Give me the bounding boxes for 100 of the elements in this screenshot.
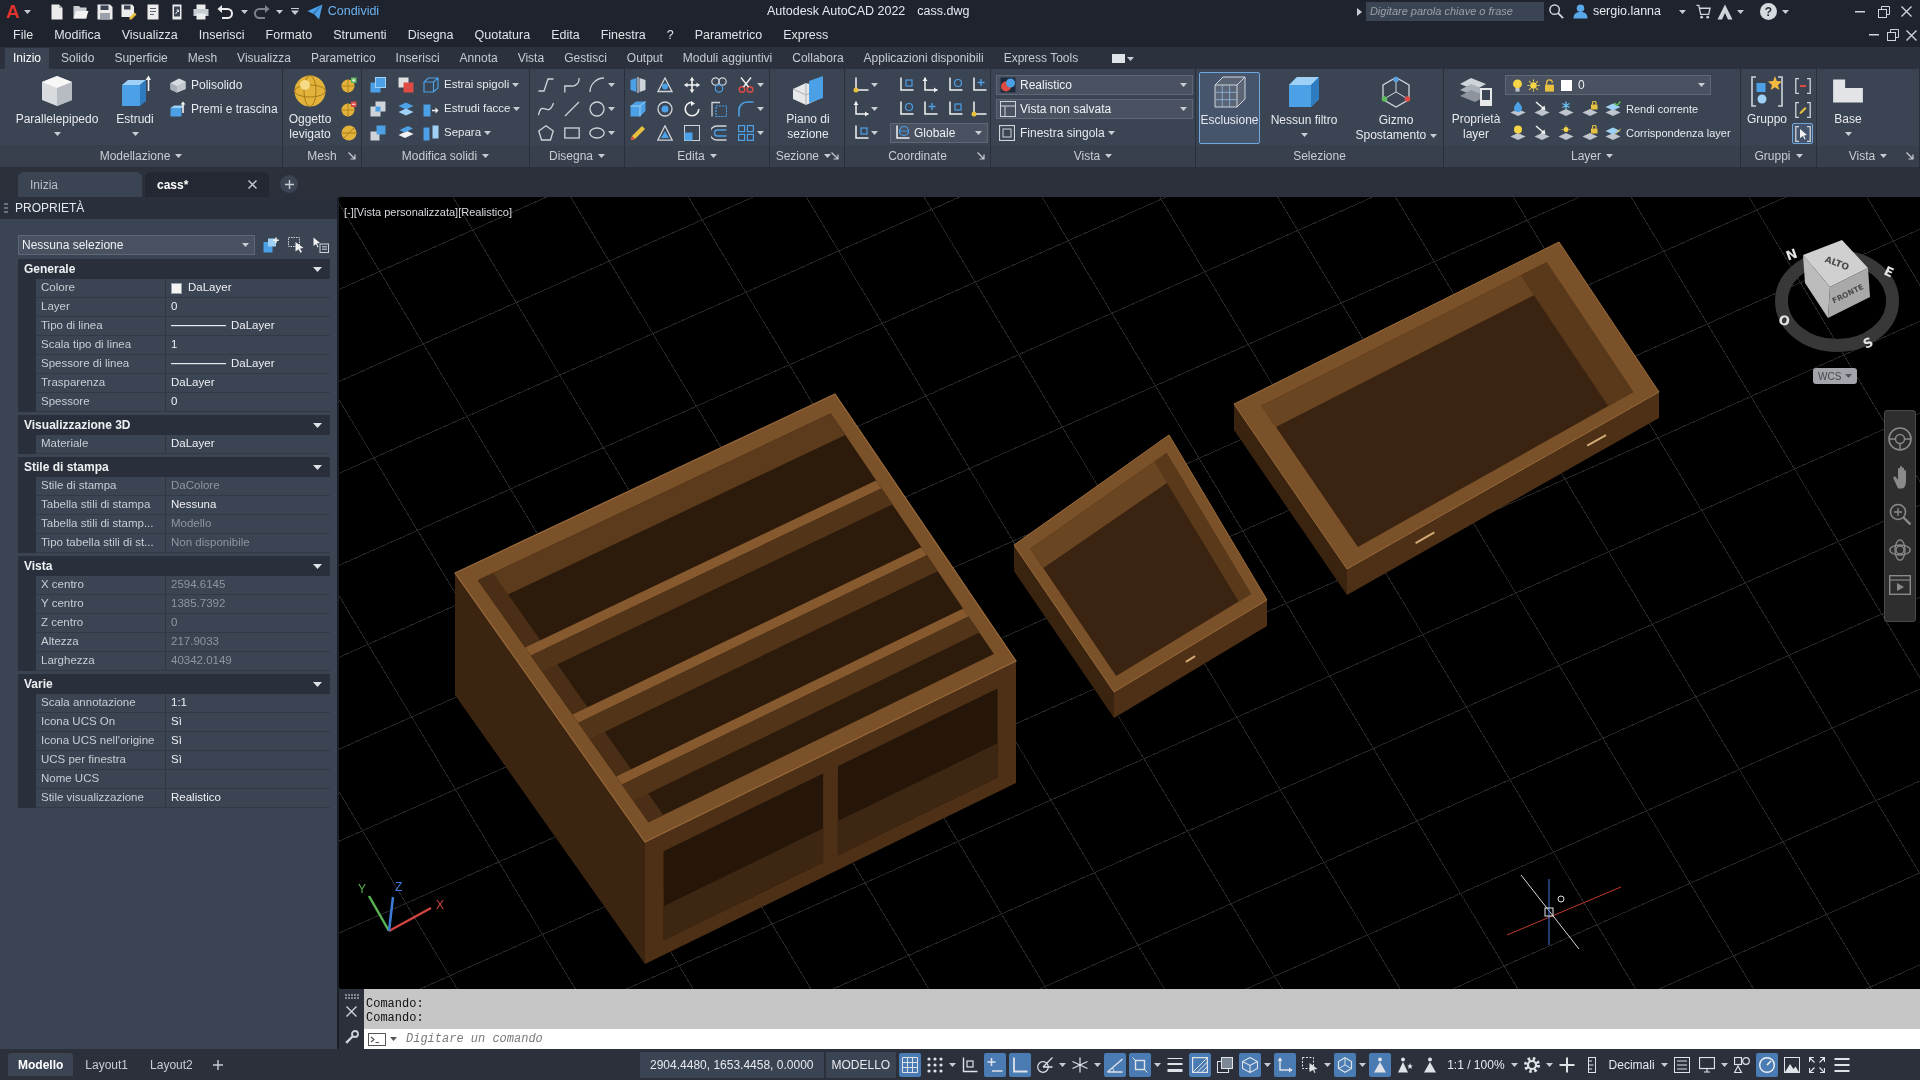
dynamic-input-button[interactable] xyxy=(984,1052,1007,1077)
caret-icon[interactable] xyxy=(1154,1062,1162,1067)
caret-icon[interactable] xyxy=(1264,1062,1272,1067)
isolation-button[interactable]: Esclusione xyxy=(1199,72,1260,144)
ribbon-tab[interactable]: Moduli aggiuntivi xyxy=(674,47,781,69)
axes-box-icon[interactable] xyxy=(898,77,914,93)
linked-circles-icon[interactable] xyxy=(711,77,727,93)
compass-letter[interactable]: E xyxy=(1881,263,1897,281)
ribbon-tab[interactable]: Superficie xyxy=(106,47,176,69)
caret-icon[interactable] xyxy=(975,131,982,135)
grip-icon[interactable] xyxy=(344,994,359,999)
caret-icon[interactable] xyxy=(757,107,764,111)
pickadd-icon[interactable] xyxy=(313,237,329,253)
scissors-icon[interactable] xyxy=(738,77,754,93)
caret-icon[interactable] xyxy=(1737,9,1744,14)
menu-item[interactable]: Disegna xyxy=(407,25,454,45)
make-current-button[interactable]: Rendi corrente xyxy=(1605,99,1699,119)
caret-icon[interactable] xyxy=(1105,154,1113,158)
caret-icon[interactable] xyxy=(175,154,183,158)
offset-icon[interactable] xyxy=(711,125,727,141)
caret-icon[interactable] xyxy=(1545,1062,1553,1067)
launcher-arrow-icon[interactable] xyxy=(831,152,839,160)
caret-icon[interactable] xyxy=(23,9,31,14)
model-space-button[interactable]: MODELLO xyxy=(825,1051,897,1078)
caret-icon[interactable] xyxy=(1107,131,1115,135)
mirror-icon[interactable] xyxy=(630,77,646,93)
launcher-arrow-icon[interactable] xyxy=(977,152,985,160)
caret-icon[interactable] xyxy=(1059,1062,1067,1067)
ellipse-icon[interactable] xyxy=(589,125,605,141)
ribbon-tab[interactable]: Inizio xyxy=(5,47,49,69)
caret-icon[interactable] xyxy=(1094,1062,1102,1067)
caret-icon[interactable] xyxy=(1606,154,1613,158)
prompt-icon[interactable] xyxy=(368,1032,386,1046)
caret-icon[interactable] xyxy=(313,422,322,428)
menu-item[interactable]: Modifica xyxy=(54,25,101,45)
compass-letter[interactable]: N xyxy=(1783,245,1800,264)
caret-icon[interactable] xyxy=(608,131,615,135)
spline-icon[interactable] xyxy=(538,101,554,117)
caret-icon[interactable] xyxy=(608,107,615,111)
group-tool-button[interactable] xyxy=(1792,99,1813,120)
close-icon[interactable] xyxy=(1901,6,1912,17)
grid-array-icon[interactable] xyxy=(738,125,754,141)
showmotion-icon[interactable] xyxy=(1889,575,1911,595)
arc-icon[interactable] xyxy=(589,77,605,93)
menu-item[interactable]: Formato xyxy=(265,25,313,45)
wrench-icon[interactable] xyxy=(344,1030,359,1044)
caret-icon[interactable] xyxy=(757,131,764,135)
union-icon[interactable] xyxy=(370,77,386,93)
help-button[interactable]: ? xyxy=(1760,3,1777,20)
group-tool-button[interactable] xyxy=(1792,123,1813,144)
polyline-arc-icon[interactable] xyxy=(564,77,580,93)
stretch-icon[interactable] xyxy=(711,101,727,117)
ribbon-tab[interactable]: Inserisci xyxy=(387,47,448,69)
caret-icon[interactable] xyxy=(1880,154,1888,158)
axes-dot-icon[interactable] xyxy=(853,77,869,93)
section-plane-button[interactable]: Piano di sezione xyxy=(778,72,838,142)
caret-icon[interactable] xyxy=(313,266,322,272)
extract-edges-button[interactable]: Estrai spigoli xyxy=(423,75,520,95)
angle-button[interactable] xyxy=(1104,1052,1127,1077)
gizmo-button[interactable]: Gizmo Spostamento xyxy=(1353,72,1439,144)
redo-icon[interactable] xyxy=(253,3,270,20)
menu-item[interactable]: Strumenti xyxy=(333,25,387,45)
caret-icon[interactable] xyxy=(871,107,878,111)
layout-tab[interactable]: Layout1 xyxy=(75,1053,139,1076)
layer-bulb-icon[interactable] xyxy=(1510,125,1526,141)
snap-square-button[interactable] xyxy=(1129,1052,1152,1077)
press-pull-button[interactable]: Premi e trascina xyxy=(170,99,278,119)
caret-icon[interactable] xyxy=(275,9,283,14)
caret-icon[interactable] xyxy=(1795,154,1803,158)
layer-sun-icon[interactable] xyxy=(1558,125,1574,141)
caret-icon[interactable] xyxy=(1510,1062,1518,1067)
caret-icon[interactable] xyxy=(608,83,615,87)
overlap-squares-icon[interactable] xyxy=(370,125,386,141)
layer-lock-icon[interactable] xyxy=(1582,101,1598,117)
gizmo-button[interactable] xyxy=(1334,1052,1357,1077)
caret-icon[interactable] xyxy=(513,107,521,111)
user-name[interactable]: sergio.lanna xyxy=(1592,2,1661,21)
property-value[interactable]: DaLayer xyxy=(166,279,330,297)
slabs-icon[interactable] xyxy=(398,101,414,117)
property-value[interactable]: Nessuna xyxy=(166,496,330,514)
layer-arrow-icon[interactable] xyxy=(1534,101,1550,117)
launcher-arrow-icon[interactable] xyxy=(1906,152,1914,160)
box-tool-button[interactable]: Parallelepipedo xyxy=(14,72,100,136)
cube-snap-button[interactable] xyxy=(1239,1052,1262,1077)
launcher-arrow-icon[interactable] xyxy=(348,152,356,160)
file-tab[interactable]: Inizia xyxy=(18,172,142,197)
panel-title[interactable]: Layer xyxy=(1571,147,1601,165)
view-cube[interactable] xyxy=(1803,240,1870,318)
menu-item[interactable]: ? xyxy=(666,25,674,45)
annotation-scale-button[interactable]: 1:1 / 100% xyxy=(1444,1052,1508,1077)
menu-item[interactable]: Finestra xyxy=(600,25,646,45)
caret-icon[interactable] xyxy=(1180,83,1187,87)
property-value[interactable]: DaLayer xyxy=(166,435,330,453)
print-icon[interactable] xyxy=(192,3,209,20)
caret-icon[interactable] xyxy=(313,681,322,687)
axes-ring-icon[interactable] xyxy=(898,101,914,117)
smooth-object-button[interactable]: Oggetto levigato xyxy=(285,72,335,142)
layer-drop-icon[interactable] xyxy=(1510,101,1526,117)
caret-icon[interactable] xyxy=(242,243,249,247)
viewport-control[interactable]: [-] xyxy=(344,204,354,221)
